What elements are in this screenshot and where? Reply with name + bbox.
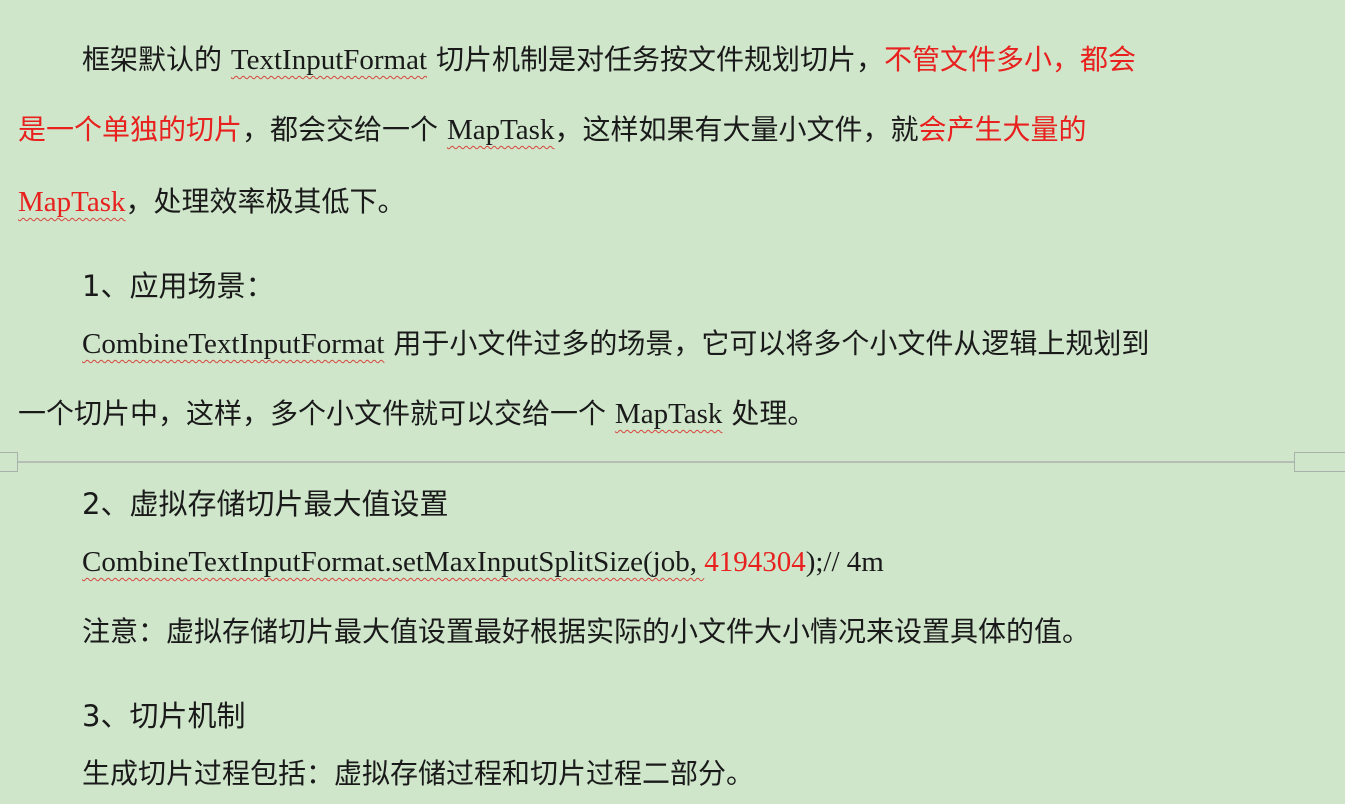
body-text: 生成切片过程包括：虚拟存储过程和切片过程二部分。 (82, 757, 755, 790)
section-heading: 1、应用场景： (82, 269, 275, 303)
emphasis-text: 不管文件多小，都会 (883, 43, 1136, 76)
code-line: CombineTextInputFormat.setMaxInputSplitS… (0, 532, 1345, 592)
term-combinetextinputformat: CombineTextInputFormat (82, 328, 385, 360)
code-method: .setMaxInputSplitSize(job, (384, 546, 705, 578)
note-text: 注意：虚拟存储切片最大值设置最好根据实际的小文件大小情况来设置具体的值。 (82, 615, 1091, 648)
section1-line2: 一个切片中，这样，多个小文件就可以交给一个 MapTask 处理。 (0, 384, 1345, 444)
code-value: 4194304 (704, 546, 806, 578)
text: 切片机制是对任务按文件规划切片， (435, 43, 884, 76)
term-maptask: MapTask (614, 398, 723, 430)
text: 处理。 (731, 397, 816, 430)
page-margin-marker (0, 452, 18, 472)
code-class: CombineTextInputFormat (82, 546, 385, 578)
page-break-line (0, 461, 1345, 463)
term-textinputformat: TextInputFormat (230, 44, 428, 76)
page-margin-marker (1294, 452, 1345, 472)
text: ，这样如果有大量小文件，就 (554, 113, 919, 146)
para1-line1: 框架默认的 TextInputFormat 切片机制是对任务按文件规划切片，不管… (0, 30, 1345, 90)
text: ，处理效率极其低下。 (125, 185, 406, 218)
term-maptask: MapTask (446, 114, 555, 146)
section1-line1: CombineTextInputFormat 用于小文件过多的场景，它可以将多个… (0, 314, 1345, 374)
section-heading: 3、切片机制 (82, 699, 246, 733)
code-tail: );// 4m (805, 546, 884, 578)
para1-line2: 是一个单独的切片，都会交给一个 MapTask，这样如果有大量小文件，就会产生大… (0, 100, 1345, 160)
emphasis-text: 会产生大量的 (918, 113, 1087, 146)
term-maptask-red: MapTask (18, 186, 126, 218)
text: 一个切片中，这样，多个小文件就可以交给一个 (18, 397, 607, 430)
para1-line3: MapTask，处理效率极其低下。 (0, 172, 1345, 232)
text: ，都会交给一个 (242, 113, 439, 146)
text: 用于小文件过多的场景，它可以将多个小文件从逻辑上规划到 (393, 327, 1150, 360)
section-heading: 2、虚拟存储切片最大值设置 (82, 487, 449, 521)
text: 框架默认的 (82, 43, 223, 76)
emphasis-text: 是一个单独的切片 (18, 113, 243, 146)
